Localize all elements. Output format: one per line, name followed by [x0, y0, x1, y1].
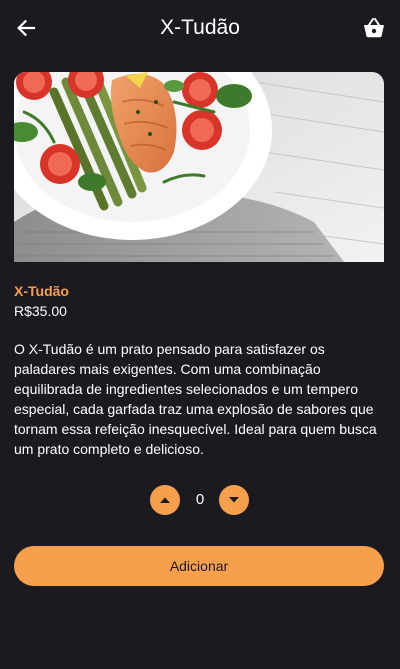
product-price: R$35.00	[14, 303, 67, 319]
product-description: O X-Tudão é um prato pensado para satisf…	[14, 341, 377, 457]
decrease-quantity-button[interactable]	[219, 485, 249, 515]
add-button-label: Adicionar	[169, 558, 229, 574]
quantity-value: 0	[195, 491, 205, 508]
app-bar: X-Tudão	[0, 0, 400, 56]
increase-quantity-button[interactable]	[150, 485, 180, 515]
shopping-basket-icon	[364, 18, 384, 38]
quantity-stepper: 0	[0, 485, 400, 515]
app-screen: X-Tudão X-Tudão R$35.00 O X-Tudão é um p…	[0, 0, 400, 669]
caret-up-icon	[160, 497, 170, 503]
page-title: X-Tudão	[160, 16, 240, 39]
product-name: X-Tudão	[14, 283, 69, 299]
caret-down-icon	[229, 497, 239, 503]
product-image	[14, 72, 384, 262]
cart-button[interactable]	[360, 14, 388, 42]
add-to-cart-button[interactable]: Adicionar	[14, 546, 384, 586]
